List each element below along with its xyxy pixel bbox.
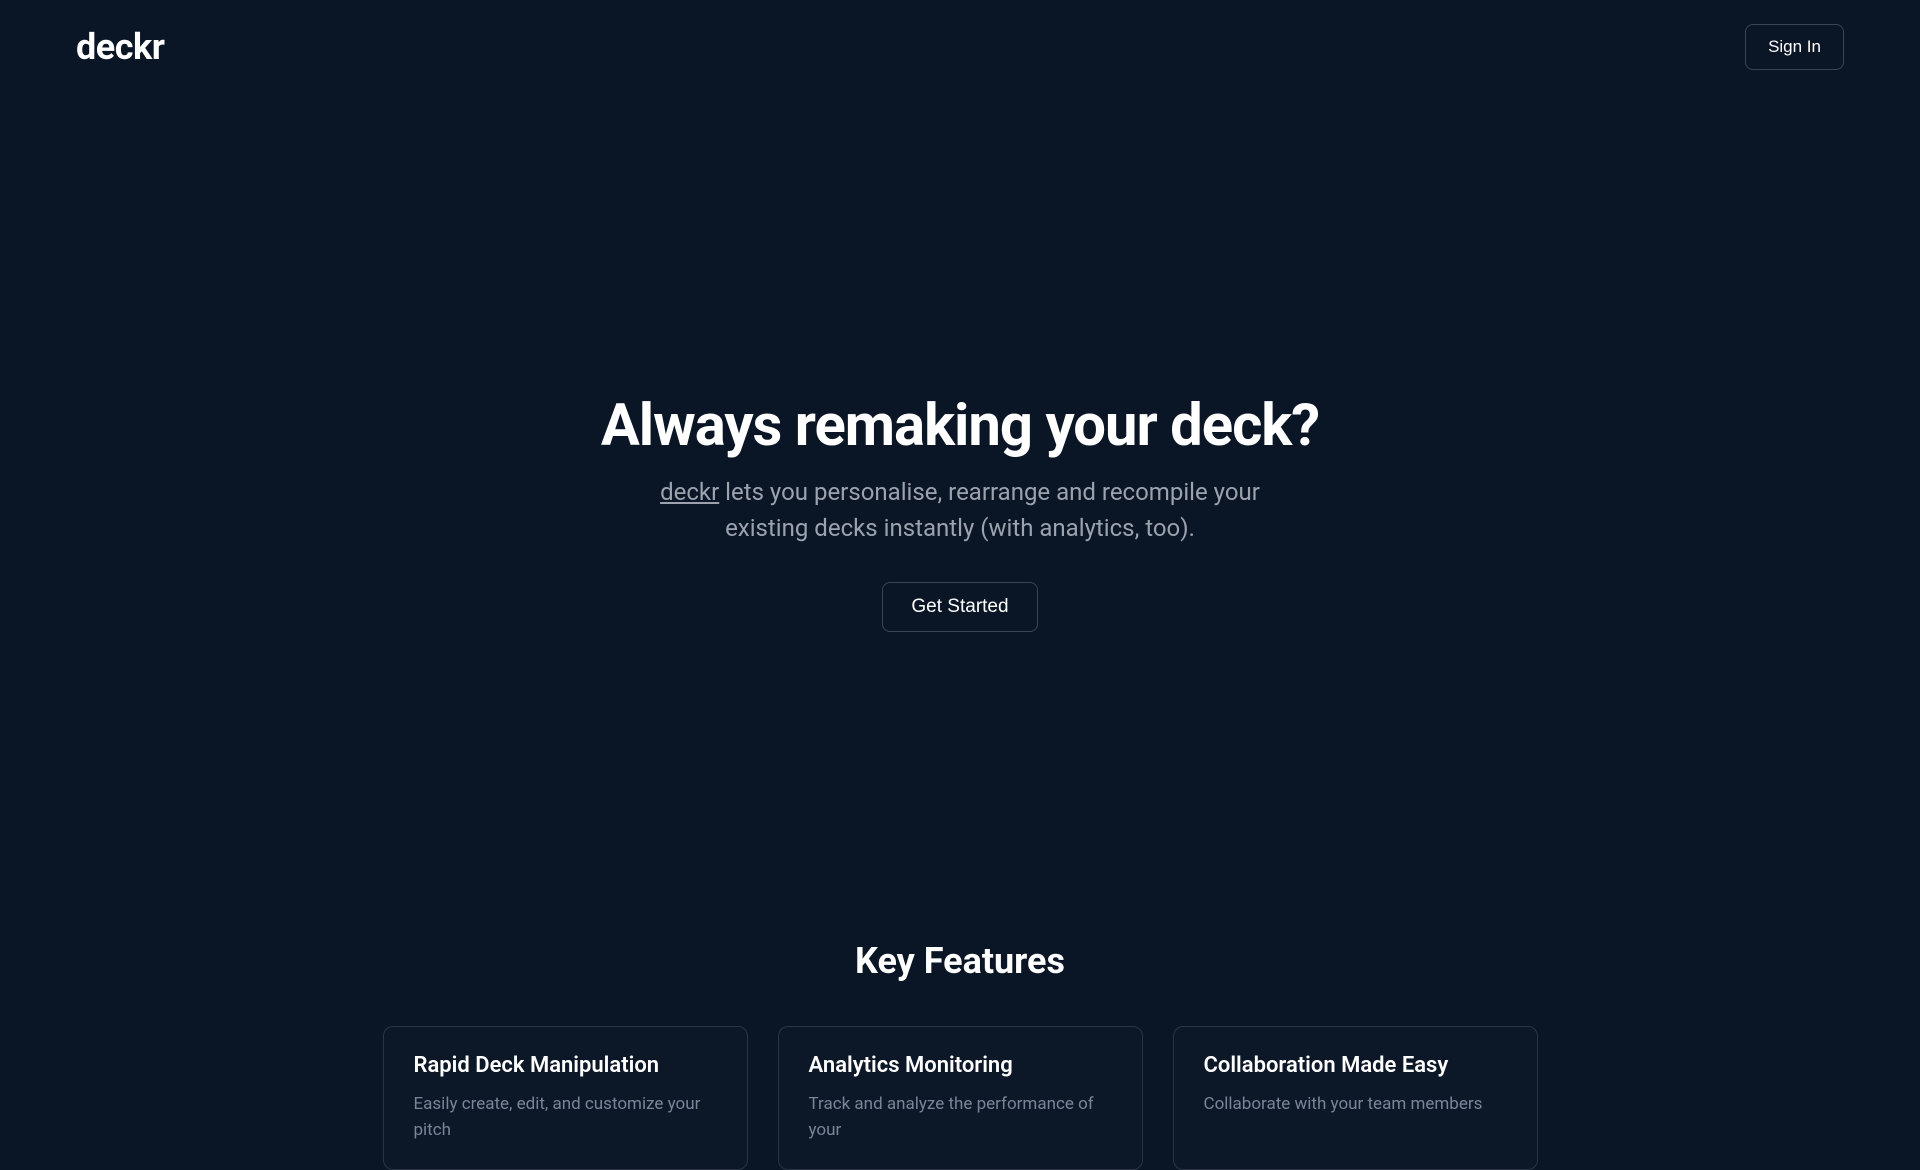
feature-card-title: Analytics Monitoring — [809, 1053, 1112, 1078]
header: deckr Sign In — [0, 0, 1920, 94]
features-grid: Rapid Deck Manipulation Easily create, e… — [0, 1026, 1920, 1170]
hero-title: Always remaking your deck? — [601, 392, 1319, 460]
feature-card-title: Collaboration Made Easy — [1204, 1053, 1507, 1078]
feature-card-title: Rapid Deck Manipulation — [414, 1053, 717, 1078]
feature-card-desc: Track and analyze the performance of you… — [809, 1092, 1112, 1143]
features-title: Key Features — [0, 940, 1920, 982]
logo[interactable]: deckr — [76, 26, 164, 68]
hero-section: Always remaking your deck? deckr lets yo… — [0, 392, 1920, 632]
feature-card-rapid-deck: Rapid Deck Manipulation Easily create, e… — [383, 1026, 748, 1170]
features-section: Key Features Rapid Deck Manipulation Eas… — [0, 940, 1920, 1170]
sign-in-button[interactable]: Sign In — [1745, 24, 1844, 70]
hero-subtitle-text: lets you personalise, rearrange and reco… — [719, 478, 1260, 542]
hero-subtitle: deckr lets you personalise, rearrange an… — [660, 474, 1260, 546]
feature-card-collaboration: Collaboration Made Easy Collaborate with… — [1173, 1026, 1538, 1170]
get-started-button[interactable]: Get Started — [882, 582, 1037, 632]
feature-card-analytics: Analytics Monitoring Track and analyze t… — [778, 1026, 1143, 1170]
feature-card-desc: Collaborate with your team members — [1204, 1092, 1507, 1118]
feature-card-desc: Easily create, edit, and customize your … — [414, 1092, 717, 1143]
brand-link[interactable]: deckr — [660, 478, 719, 506]
